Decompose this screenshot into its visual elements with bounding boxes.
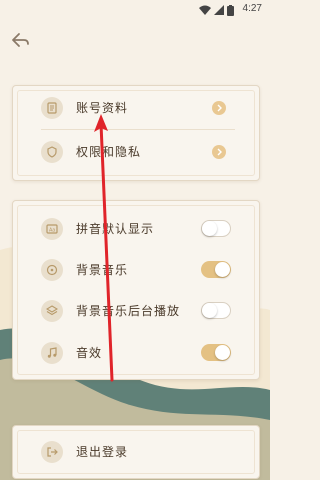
setting-label: 拼音默认显示: [76, 222, 155, 236]
status-bar: 4:27: [0, 0, 270, 20]
setting-label: 背景音乐: [76, 263, 129, 277]
setting-label: 音效: [76, 346, 103, 360]
divider: [41, 129, 235, 130]
setting-row-background-music: 背景音乐: [13, 250, 259, 290]
menu-item-label: 权限和隐私: [76, 145, 142, 159]
layers-icon: [41, 300, 63, 322]
pinyin-icon: Aa: [41, 218, 63, 240]
battery-icon: [227, 4, 234, 16]
music-note-icon: [41, 342, 63, 364]
toggle-knob: [202, 303, 217, 318]
logout-label: 退出登录: [76, 445, 129, 459]
setting-row-background-play: 背景音乐后台播放: [13, 291, 259, 331]
status-icons: [199, 4, 234, 16]
shield-icon: [41, 141, 63, 163]
toggle-knob: [202, 221, 217, 236]
toggle-background-play[interactable]: [201, 302, 231, 319]
account-card: 账号资料 权限和隐私: [12, 85, 260, 181]
back-arrow-icon: [12, 33, 29, 47]
logout-button[interactable]: 退出登录: [13, 432, 259, 472]
setting-label: 背景音乐后台播放: [76, 304, 181, 318]
status-time: 4:27: [242, 3, 262, 14]
chevron-right-icon: [212, 145, 226, 159]
back-button[interactable]: [10, 30, 32, 50]
logout-icon: [41, 441, 63, 463]
setting-row-sound-effects: 音效: [13, 333, 259, 373]
toggle-background-music[interactable]: [201, 261, 231, 278]
logout-card: 退出登录: [12, 425, 260, 479]
menu-item-permissions-privacy[interactable]: 权限和隐私: [13, 132, 259, 172]
settings-card: Aa 拼音默认显示 背景音乐 背景音乐后台播放 音效: [12, 200, 260, 380]
wifi-icon: [199, 5, 211, 15]
toggle-sound-effects[interactable]: [201, 344, 231, 361]
setting-row-pinyin: Aa 拼音默认显示: [13, 209, 259, 249]
menu-item-account-info[interactable]: 账号资料: [13, 88, 259, 128]
signal-icon: [214, 5, 224, 15]
toggle-knob: [215, 345, 230, 360]
chevron-right-icon: [212, 101, 226, 115]
svg-text:Aa: Aa: [49, 228, 55, 234]
menu-item-label: 账号资料: [76, 101, 129, 115]
toggle-knob: [215, 262, 230, 277]
document-icon: [41, 97, 63, 119]
music-disc-icon: [41, 259, 63, 281]
toggle-pinyin[interactable]: [201, 220, 231, 237]
